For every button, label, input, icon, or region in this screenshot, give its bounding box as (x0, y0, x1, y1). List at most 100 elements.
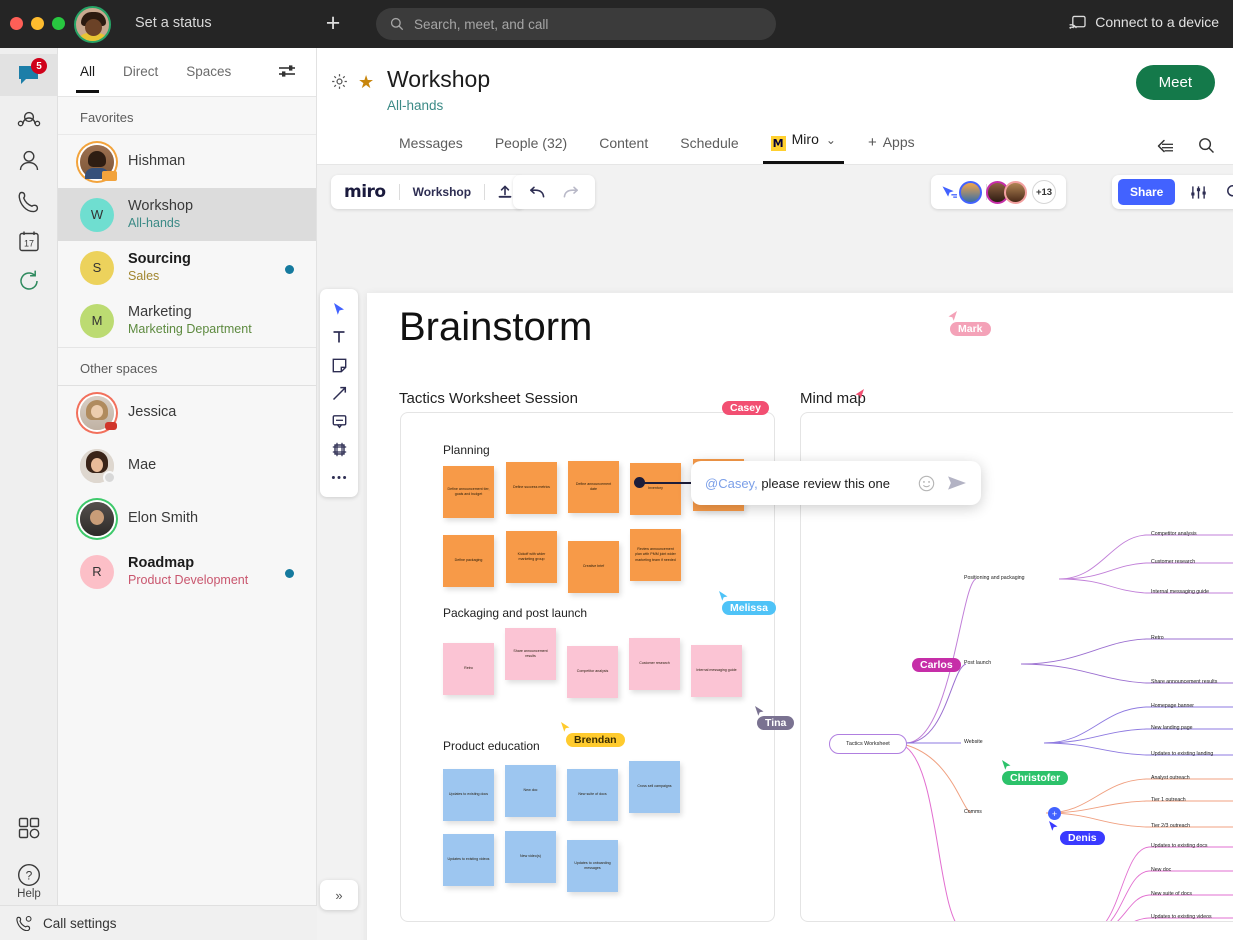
rail-item-calls[interactable] (0, 180, 58, 222)
mindmap-leaf[interactable]: Updates to existing landing (1151, 751, 1213, 757)
mindmap-leaf[interactable]: Analyst outreach (1151, 775, 1190, 781)
rail-item-refresh[interactable] (0, 260, 58, 302)
sticky-note[interactable]: Creative brief (568, 541, 619, 593)
conversation-item-hishman[interactable]: Hishman (58, 135, 316, 188)
frame-tool[interactable] (320, 435, 358, 463)
minimize-window-button[interactable] (31, 17, 44, 30)
conversation-item-mae[interactable]: Mae (58, 439, 316, 492)
search-icon[interactable] (1198, 137, 1215, 154)
mindmap-leaf[interactable]: Updates to existing docs (1151, 843, 1208, 849)
sticky-note[interactable]: Define announcement tier, goals and budg… (443, 466, 494, 518)
sticky-note[interactable]: Kickoff with wider marketing group (506, 531, 557, 583)
sticky-note[interactable]: Internal messaging guide (691, 645, 742, 697)
mindmap-leaf[interactable]: New doc (1151, 867, 1171, 873)
conversation-item-sourcing[interactable]: S Sourcing Sales (58, 241, 316, 294)
comment-box[interactable]: @Casey, please review this one (691, 461, 981, 505)
close-window-button[interactable] (10, 17, 23, 30)
rail-item-help[interactable]: ? Help (0, 863, 58, 900)
mindmap-leaf[interactable]: Tier 1 outreach (1151, 797, 1186, 803)
tab-content[interactable]: Content (583, 135, 664, 164)
tab-schedule[interactable]: Schedule (664, 135, 754, 164)
mindmap-branch-comms[interactable]: Comms (964, 809, 982, 815)
mindmap-leaf[interactable]: New landing page (1151, 725, 1193, 731)
send-icon[interactable] (947, 475, 967, 491)
new-item-button[interactable]: + (320, 11, 346, 38)
more-tools[interactable] (320, 463, 358, 491)
rail-item-contacts[interactable] (0, 140, 58, 182)
mindmap-root-node[interactable]: Tactics Worksheet (829, 734, 907, 754)
sticky-note[interactable]: Share announcement results (505, 628, 556, 680)
tab-people[interactable]: People (32) (479, 135, 583, 164)
conversation-item-jessica[interactable]: Jessica (58, 386, 316, 439)
sticky-note[interactable]: Updates to existing videos (443, 834, 494, 886)
tab-miro[interactable]: M Miro ⌄ (755, 131, 852, 164)
tab-messages[interactable]: Messages (383, 135, 479, 164)
mindmap-leaf[interactable]: Internal messaging guide (1151, 589, 1209, 595)
mindmap-leaf[interactable]: Homepage banner (1151, 703, 1194, 709)
sliders-icon[interactable] (278, 64, 296, 78)
avatar[interactable] (74, 6, 111, 43)
conversation-item-elon-smith[interactable]: Elon Smith (58, 492, 316, 545)
search-icon[interactable] (1216, 184, 1233, 200)
sticky-note[interactable]: Define success metrics (506, 462, 557, 514)
mindmap-leaf[interactable]: Competitor analysis (1151, 531, 1197, 537)
miro-canvas[interactable]: Brainstorm Tactics Worksheet Session Min… (317, 219, 1233, 940)
select-tool[interactable] (320, 295, 358, 323)
filter-spaces[interactable]: Spaces (186, 64, 231, 81)
sticky-note[interactable]: Define announcement date (568, 461, 619, 513)
sticky-note[interactable]: Inventory (630, 463, 681, 515)
mindmap-leaf[interactable]: Share announcement results (1151, 679, 1217, 685)
rail-item-messages[interactable]: 5 (0, 54, 58, 96)
comment-tool[interactable] (320, 407, 358, 435)
redo-icon[interactable] (557, 186, 595, 199)
mindmap-branch-website[interactable]: Website (964, 739, 983, 745)
mindmap-leaf[interactable]: New suite of docs (1151, 891, 1192, 897)
sticky-note-tool[interactable] (320, 351, 358, 379)
mindmap-branch-positioning[interactable]: Positioning and packaging (964, 575, 1025, 581)
cursor-share-icon[interactable] (941, 185, 958, 199)
miro-doc-name[interactable]: Workshop (400, 185, 484, 199)
collaborator-overflow-count[interactable]: +13 (1032, 180, 1056, 204)
maximize-window-button[interactable] (52, 17, 65, 30)
tab-apps[interactable]: + Apps (852, 134, 931, 164)
conversation-item-workshop[interactable]: W Workshop All-hands (58, 188, 316, 241)
sticky-note[interactable]: Updates to onboarding messages (567, 840, 618, 892)
rail-item-apps[interactable] (0, 807, 58, 849)
filter-all[interactable]: All (75, 64, 100, 93)
text-tool[interactable] (320, 323, 358, 351)
sticky-note[interactable]: Competitor analysis (567, 646, 618, 698)
mindmap-branch-post-launch[interactable]: Post launch (964, 660, 991, 666)
rail-item-teams[interactable] (0, 100, 58, 142)
sticky-note[interactable]: Updates to existing docs (443, 769, 494, 821)
arrow-tool[interactable] (320, 379, 358, 407)
star-icon[interactable]: ★ (358, 72, 374, 93)
mindmap-leaf[interactable]: Customer research (1151, 559, 1195, 565)
collaborator-avatars[interactable] (959, 180, 1027, 204)
mindmap-leaf[interactable]: Retro (1151, 635, 1164, 641)
emoji-icon[interactable] (918, 475, 935, 492)
sticky-note[interactable]: Customer research (629, 638, 680, 690)
sticky-note[interactable]: Cross sell campaigns (629, 761, 680, 813)
collapse-panel-button[interactable]: » (320, 880, 358, 910)
conversation-item-marketing[interactable]: M Marketing Marketing Department (58, 294, 316, 347)
search-input[interactable]: Search, meet, and call (376, 8, 776, 40)
share-button[interactable]: Share (1118, 179, 1176, 205)
sticky-note[interactable]: Define packaging (443, 535, 494, 587)
add-node-button[interactable]: + (1048, 807, 1061, 820)
undo-icon[interactable] (513, 186, 557, 199)
conversation-item-roadmap[interactable]: R Roadmap Product Development (58, 545, 316, 598)
sticky-note[interactable]: New video(s) (505, 831, 556, 883)
board-surface[interactable]: Brainstorm Tactics Worksheet Session Min… (367, 293, 1233, 940)
connect-device-button[interactable]: Connect to a device (1069, 14, 1219, 30)
set-status-button[interactable]: Set a status (135, 15, 212, 31)
sticky-note[interactable]: Review announcement plan with PMM joint … (630, 529, 681, 581)
filter-direct[interactable]: Direct (123, 64, 158, 81)
sliders-icon[interactable] (1181, 185, 1216, 200)
mindmap-leaf[interactable]: Tier 2/3 outreach (1151, 823, 1190, 829)
rail-item-calendar[interactable]: 17 (0, 220, 58, 262)
gear-icon[interactable] (331, 73, 348, 90)
meet-button[interactable]: Meet (1135, 65, 1215, 100)
call-settings-button[interactable]: Call settings (0, 905, 317, 940)
sticky-note[interactable]: Retro (443, 643, 494, 695)
mindmap-leaf[interactable]: Updates to existing videos (1151, 914, 1212, 920)
